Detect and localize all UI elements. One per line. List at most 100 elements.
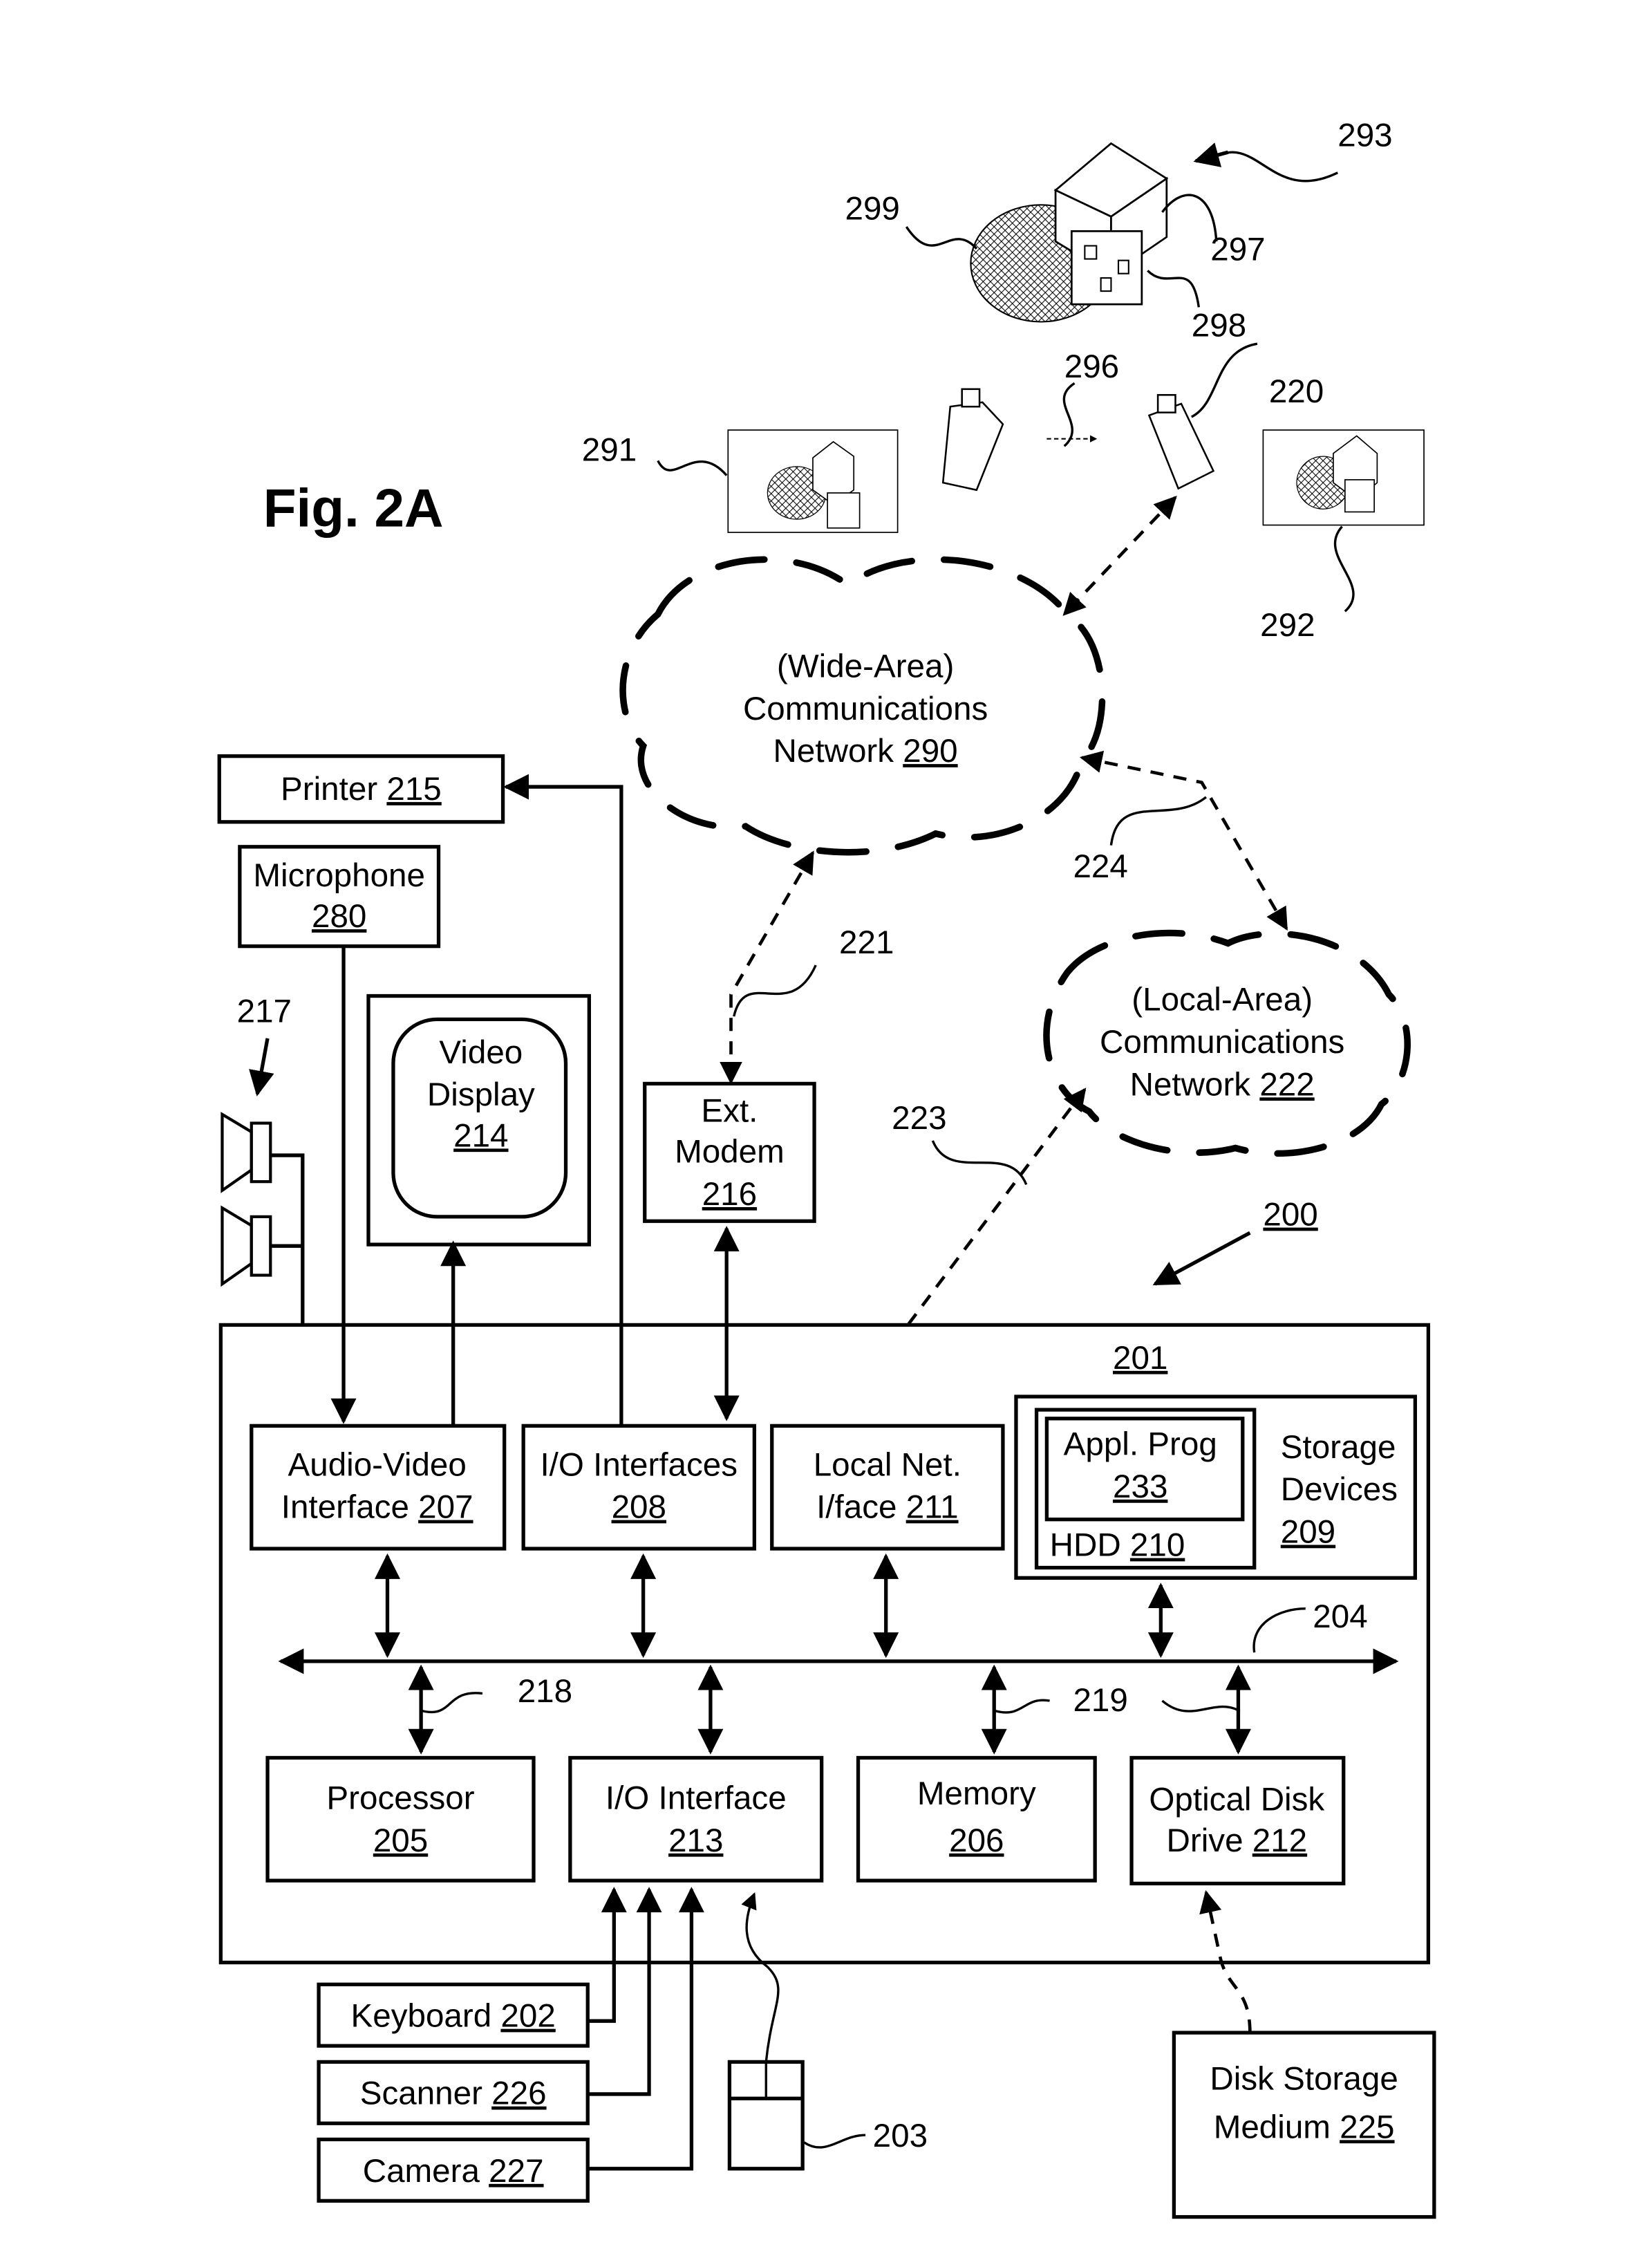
captured-image-292: [1262, 429, 1425, 526]
leader-292: [1333, 525, 1355, 613]
hdd-label: HDD 210: [1050, 1527, 1185, 1564]
local-net-line2-text: I/face: [816, 1489, 906, 1526]
disk-line2: Medium 225: [1214, 2109, 1395, 2145]
storage-ref: 209: [1281, 1514, 1335, 1551]
ref-292: 292: [1260, 607, 1315, 644]
av-line2: Interface 207: [281, 1489, 473, 1526]
disk-ref: 225: [1340, 2109, 1394, 2145]
ref-204: 204: [1313, 1598, 1367, 1635]
marker-card: [1070, 230, 1143, 306]
video-ref: 214: [453, 1117, 508, 1154]
ref-291: 291: [582, 431, 637, 468]
modem-ref: 216: [702, 1176, 757, 1213]
wan-line3-text: Network: [773, 733, 903, 769]
disk-line2-text: Medium: [1214, 2109, 1340, 2145]
leader-296: [1062, 382, 1076, 447]
processor-ref: 205: [373, 1822, 428, 1859]
leader-223: [931, 1140, 1028, 1186]
captured-image-291: [727, 429, 899, 533]
ref-217: 217: [237, 993, 292, 1030]
disk-storage-box: Disk Storage Medium 225: [1172, 2031, 1436, 2219]
leader-221: [733, 964, 817, 1017]
mouse-icon: [727, 2060, 805, 2171]
camera-text: Camera: [363, 2153, 489, 2190]
microphone-ref: 280: [312, 898, 366, 935]
link-wan-modem: [720, 850, 814, 1085]
lan-line3: Network 222: [1130, 1066, 1315, 1103]
modem-line2: Modem: [675, 1134, 785, 1170]
lan-ref: 222: [1259, 1066, 1314, 1103]
leader-203: [803, 2134, 866, 2149]
storage-line2: Devices: [1281, 1471, 1398, 1508]
camera-left: [941, 388, 1004, 492]
keyboard-text: Keyboard: [351, 1998, 501, 2035]
ref-220: 220: [1269, 373, 1324, 410]
leader-224: [1109, 796, 1207, 846]
local-net-box: Local Net. I/face 211: [770, 1424, 1005, 1551]
io-interfaces-line1: I/O Interfaces: [540, 1446, 738, 1483]
leader-291: [657, 460, 728, 476]
microphone-box: Microphone 280: [238, 845, 441, 949]
link-camera-wan: [1062, 495, 1177, 616]
ref-296: 296: [1064, 348, 1119, 385]
lan-line3-text: Network: [1130, 1066, 1260, 1103]
video-line2: Display: [427, 1076, 535, 1113]
keyboard-label: Keyboard 202: [351, 1998, 556, 2035]
hdd-ref: 210: [1130, 1527, 1185, 1564]
av-ref: 207: [418, 1489, 473, 1526]
video-display-box: Video Display 214: [366, 993, 592, 1247]
processor-line1: Processor: [326, 1780, 474, 1816]
optical-line2: Drive 212: [1167, 1822, 1308, 1859]
modem-box: Ext. Modem 216: [643, 1081, 816, 1223]
speaker-icon: [220, 1112, 272, 1193]
disk-line1: Disk Storage: [1210, 2061, 1398, 2098]
modem-line1: Ext.: [701, 1092, 758, 1129]
optical-line2-text: Drive: [1167, 1822, 1252, 1859]
io-interfaces-ref: 208: [612, 1489, 666, 1526]
video-line1: Video: [439, 1034, 523, 1071]
io-interfaces-box: I/O Interfaces 208: [521, 1424, 757, 1551]
optical-line1: Optical Disk: [1149, 1782, 1324, 1818]
ref-221: 221: [839, 924, 894, 961]
leader-299: [905, 226, 978, 250]
wan-ref: 290: [903, 733, 957, 769]
processor-box: Processor 205: [265, 1755, 536, 1883]
av-line2-text: Interface: [281, 1489, 418, 1526]
printer-ref: 215: [386, 771, 441, 808]
printer-text: Printer: [281, 771, 386, 808]
io-interface-line1: I/O Interface: [606, 1780, 787, 1816]
local-net-line2: I/face 211: [816, 1489, 958, 1526]
scanner-box: Scanner 226: [317, 2060, 590, 2125]
keyboard-box: Keyboard 202: [317, 1982, 590, 2048]
io-interface-ref: 213: [668, 1822, 723, 1859]
leader-220: [1190, 342, 1258, 418]
storage-devices-box: Appl. Prog 233 HDD 210 Storage Devices 2…: [1014, 1394, 1418, 1580]
memory-box: Memory 206: [856, 1755, 1097, 1883]
ref-293: 293: [1337, 118, 1392, 154]
figure-title: Fig. 2A: [263, 478, 444, 539]
ref-299: 299: [845, 190, 899, 227]
ref-200: 200: [1263, 1197, 1317, 1233]
memory-ref: 206: [949, 1822, 1004, 1859]
leader-298: [1147, 270, 1201, 308]
appl-prog-line1: Appl. Prog: [1064, 1426, 1217, 1463]
io-interface-box: I/O Interface 213: [568, 1755, 824, 1883]
printer-label: Printer 215: [281, 771, 442, 808]
lan-line1: (Local-Area): [1132, 982, 1313, 1018]
ref-297: 297: [1210, 232, 1265, 268]
av-interface-box: Audio-Video Interface 207: [250, 1424, 507, 1551]
lan-line2: Communications: [1100, 1024, 1344, 1061]
scene-objects: 293 299 297 298: [845, 118, 1392, 344]
wan-line1: (Wide-Area): [777, 648, 954, 684]
wan-line3: Network 290: [773, 733, 958, 769]
ref-298: 298: [1192, 308, 1246, 344]
arrow-200: [1152, 1231, 1251, 1286]
camera-label: Camera 227: [363, 2153, 544, 2190]
optical-drive-box: Optical Disk Drive 212: [1129, 1755, 1346, 1886]
leader-293: [1212, 151, 1339, 183]
arrow-217: [249, 1038, 274, 1097]
camera-right: [1147, 393, 1215, 490]
memory-line1: Memory: [917, 1775, 1036, 1812]
keyboard-ref: 202: [500, 1998, 555, 2035]
scanner-text: Scanner: [360, 2075, 491, 2112]
